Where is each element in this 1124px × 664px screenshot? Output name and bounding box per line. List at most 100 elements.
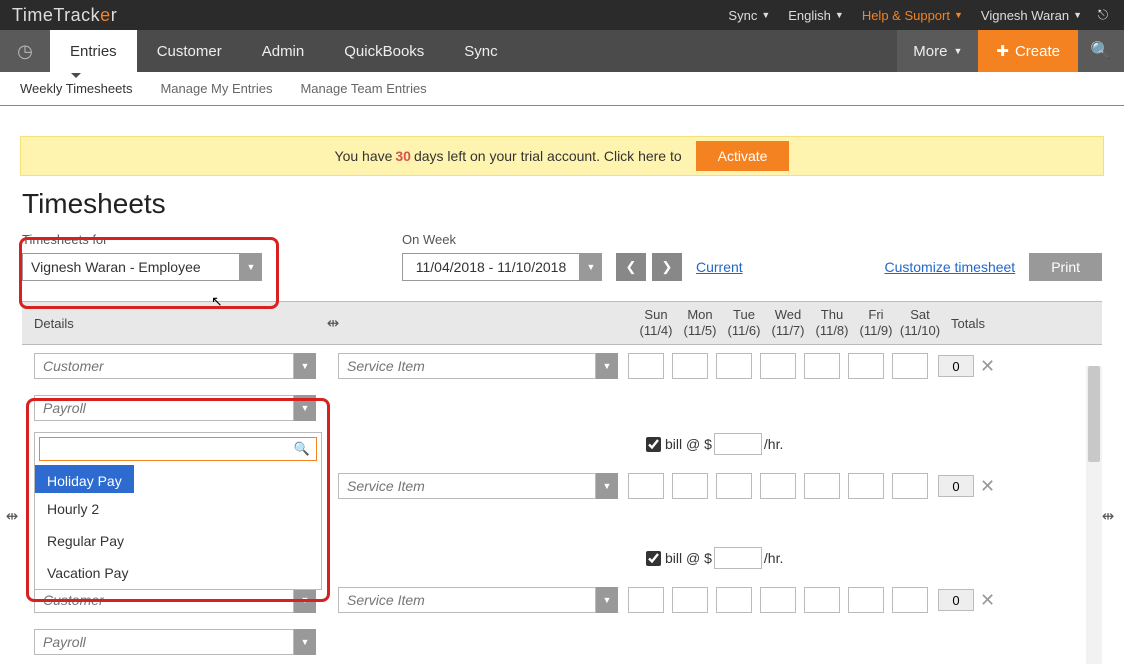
create-button[interactable]: ✚Create (978, 30, 1078, 72)
hours-sun[interactable] (628, 473, 664, 499)
chevron-down-icon[interactable]: ▼ (596, 353, 618, 379)
column-resize-icon[interactable]: ⇹ (322, 314, 344, 332)
scrollbar-thumb[interactable] (1088, 366, 1100, 462)
hours-thu[interactable] (804, 473, 840, 499)
print-button[interactable]: Print (1029, 253, 1102, 281)
customer-select[interactable]: ▼ (34, 353, 316, 379)
entry-row: ▼ ▼ 0 ✕ (22, 345, 1102, 387)
customer-select[interactable]: ▼ (34, 587, 316, 613)
service-item-select[interactable]: ▼ (338, 587, 618, 613)
on-week-input[interactable] (402, 253, 580, 281)
hours-sun[interactable] (628, 353, 664, 379)
on-week-field: On Week ▼ (402, 232, 602, 281)
timesheets-for-select[interactable]: ▼ (22, 253, 402, 281)
logo-text-a: TimeTrack (12, 5, 100, 25)
chevron-down-icon[interactable]: ▼ (294, 353, 316, 379)
hours-wed[interactable] (760, 473, 796, 499)
chevron-down-icon[interactable]: ▼ (596, 587, 618, 613)
bill-rate-input[interactable] (714, 433, 762, 455)
tab-customer[interactable]: Customer (137, 30, 242, 72)
chevron-down-icon[interactable]: ▼ (580, 253, 602, 281)
service-item-select[interactable]: ▼ (338, 473, 618, 499)
hours-sat[interactable] (892, 473, 928, 499)
chevron-down-icon: ▼ (954, 10, 963, 20)
sync-menu[interactable]: Sync▼ (728, 8, 770, 23)
dropdown-search-input[interactable] (46, 442, 294, 457)
delete-row-icon[interactable]: ✕ (980, 590, 995, 611)
delete-row-icon[interactable]: ✕ (980, 476, 995, 497)
hours-mon[interactable] (672, 473, 708, 499)
bill-pre: bill @ $ (665, 436, 712, 452)
help-support-menu[interactable]: Help & Support▼ (862, 8, 963, 23)
hours-tue[interactable] (716, 587, 752, 613)
on-week-select[interactable]: ▼ (402, 253, 602, 281)
dropdown-search: 🔍 (35, 433, 321, 465)
hours-fri[interactable] (848, 587, 884, 613)
dropdown-option-hourly-2[interactable]: Hourly 2 (35, 493, 321, 525)
hours-tue[interactable] (716, 353, 752, 379)
bill-rate-input[interactable] (714, 547, 762, 569)
customer-input[interactable] (34, 353, 294, 379)
payroll-select[interactable]: ▼ (34, 395, 316, 421)
hours-thu[interactable] (804, 587, 840, 613)
activate-button[interactable]: Activate (696, 141, 790, 171)
hours-fri[interactable] (848, 473, 884, 499)
hours-wed[interactable] (760, 587, 796, 613)
hours-sat[interactable] (892, 587, 928, 613)
subtab-team-entries[interactable]: Manage Team Entries (300, 81, 426, 96)
vertical-scrollbar[interactable] (1086, 366, 1102, 664)
plus-icon: ✚ (996, 42, 1009, 60)
subtab-my-entries[interactable]: Manage My Entries (160, 81, 272, 96)
hours-fri[interactable] (848, 353, 884, 379)
chevron-down-icon[interactable]: ▼ (294, 629, 316, 655)
hours-thu[interactable] (804, 353, 840, 379)
delete-row-icon[interactable]: ✕ (980, 356, 995, 377)
current-link[interactable]: Current (696, 259, 743, 275)
hours-mon[interactable] (672, 587, 708, 613)
user-menu[interactable]: Vignesh Waran▼ (981, 8, 1082, 23)
more-menu[interactable]: More▼ (897, 30, 978, 72)
hours-wed[interactable] (760, 353, 796, 379)
next-week-button[interactable]: ❯ (652, 253, 682, 281)
payroll-input[interactable] (34, 395, 294, 421)
chevron-down-icon[interactable]: ▼ (294, 395, 316, 421)
tab-admin[interactable]: Admin (242, 30, 325, 72)
col-sun: Sun(11/4) (634, 307, 678, 338)
chevron-down-icon[interactable]: ▼ (240, 253, 262, 281)
service-item-input[interactable] (338, 473, 596, 499)
col-details: Details (22, 316, 322, 331)
tab-sync[interactable]: Sync (444, 30, 517, 72)
hours-sun[interactable] (628, 587, 664, 613)
row-total: 0 (938, 355, 974, 377)
subtab-weekly[interactable]: Weekly Timesheets (20, 81, 132, 96)
bill-checkbox[interactable] (646, 551, 661, 566)
dropdown-option-holiday-pay[interactable]: Holiday Pay (35, 465, 134, 493)
service-item-input[interactable] (338, 587, 596, 613)
service-item-select[interactable]: ▼ (338, 353, 618, 379)
col-fri: Fri(11/9) (854, 307, 898, 338)
customize-link[interactable]: Customize timesheet (884, 259, 1015, 275)
service-item-input[interactable] (338, 353, 596, 379)
dropdown-option-regular-pay[interactable]: Regular Pay (35, 525, 321, 557)
payroll-input[interactable] (34, 629, 294, 655)
chevron-down-icon[interactable]: ▼ (294, 587, 316, 613)
customer-input[interactable] (34, 587, 294, 613)
pane-resize-left-icon[interactable]: ⇹ (0, 504, 24, 528)
tab-quickbooks[interactable]: QuickBooks (324, 30, 444, 72)
logout-icon[interactable]: ⎋ (1094, 7, 1112, 23)
language-menu[interactable]: English▼ (788, 8, 844, 23)
payroll-select[interactable]: ▼ (34, 629, 316, 655)
prev-week-button[interactable]: ❮ (616, 253, 646, 281)
chevron-down-icon[interactable]: ▼ (596, 473, 618, 499)
clock-icon[interactable]: ◷ (0, 30, 50, 72)
dropdown-option-vacation-pay[interactable]: Vacation Pay (35, 557, 321, 589)
hours-sat[interactable] (892, 353, 928, 379)
bill-checkbox[interactable] (646, 437, 661, 452)
row-total: 0 (938, 475, 974, 497)
hours-mon[interactable] (672, 353, 708, 379)
hours-tue[interactable] (716, 473, 752, 499)
search-icon[interactable]: 🔍 (1078, 30, 1124, 72)
payroll-row: ▼ (22, 621, 1102, 663)
tab-entries[interactable]: Entries (50, 30, 137, 72)
timesheets-for-input[interactable] (22, 253, 240, 281)
